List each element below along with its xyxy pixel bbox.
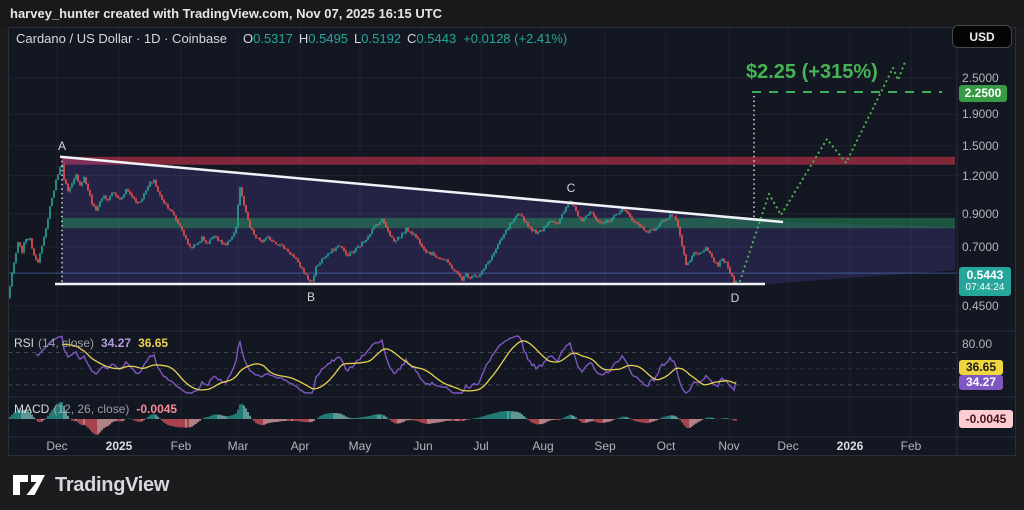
time-axis-label[interactable]: Feb [171,439,192,453]
price-axis-label: 1.2000 [962,169,1012,183]
pattern-label-B: B [307,290,315,304]
symbol-legend[interactable]: Cardano / US Dollar · 1D · Coinbase O0.53… [16,31,567,46]
price-axis-label: 2.5000 [962,71,1012,85]
rsi-ma-value: 36.65 [138,336,168,350]
time-axis-label[interactable]: Feb [901,439,922,453]
rsi-value-badge: 34.27 [959,375,1003,390]
low-value: 0.5192 [361,31,401,46]
rsi-value: 34.27 [101,336,131,350]
pattern-label-C: C [567,181,576,195]
time-axis-label[interactable]: Apr [291,439,310,453]
time-axis-label[interactable]: Mar [228,439,249,453]
last-price-value: 0.5443 [959,268,1011,282]
price-axis-label: 0.7000 [962,240,1012,254]
price-target-annotation: $2.25 (+315%) [746,61,878,84]
open-label: O [243,31,253,46]
time-axis-label[interactable]: Nov [718,439,739,453]
change-value: +0.0128 (+2.41%) [463,31,567,46]
pattern-label-A: A [58,139,66,153]
close-label: C [407,31,416,46]
tradingview-screenshot: harvey_hunter created with TradingView.c… [0,0,1024,510]
macd-label: MACD [14,402,49,416]
last-price-badge: 0.5443 07:44:24 [959,267,1011,296]
time-axis-label[interactable]: May [349,439,372,453]
price-axis-label: 0.9000 [962,207,1012,221]
tradingview-brand-text: TradingView [55,474,169,497]
time-axis-label[interactable]: 2026 [837,439,864,453]
close-value: 0.5443 [416,31,456,46]
time-axis-label[interactable]: Jun [413,439,432,453]
time-axis-label[interactable]: Dec [777,439,798,453]
high-value: 0.5495 [308,31,348,46]
footer-brand[interactable]: TradingView [12,470,169,500]
tradingview-logo-icon [12,474,46,496]
time-axis-label[interactable]: Oct [657,439,676,453]
macd-value: -0.0045 [136,402,177,416]
rsi-legend[interactable]: RSI (14, close) 34.27 36.65 [14,336,168,350]
open-value: 0.5317 [253,31,293,46]
rsi-ma-badge: 36.65 [959,360,1003,375]
bar-countdown: 07:44:24 [959,282,1011,293]
time-axis-label[interactable]: Jul [473,439,488,453]
currency-usd-button[interactable]: USD [952,25,1012,48]
price-axis-label: 0.4500 [962,299,1012,313]
time-axis-label[interactable]: Aug [532,439,553,453]
macd-legend[interactable]: MACD (12, 26, close) -0.0045 [14,402,177,416]
time-axis-label[interactable]: Sep [594,439,616,453]
price-axis-label: 1.9000 [962,107,1012,121]
rsi-axis-80: 80.00 [962,337,992,351]
rsi-label: RSI [14,336,34,350]
macd-value-badge: -0.0045 [959,410,1013,428]
macd-params: (12, 26, close) [53,402,129,416]
time-axis-label[interactable]: 2025 [106,439,133,453]
price-axis-label: 1.5000 [962,139,1012,153]
target-price-badge: 2.2500 [959,85,1007,102]
rsi-params: (14, close) [38,336,94,350]
time-axis-label[interactable]: Dec [46,439,67,453]
symbol-title[interactable]: Cardano / US Dollar · 1D · Coinbase [16,31,227,46]
high-label: H [299,31,308,46]
pattern-label-D: D [731,291,740,305]
